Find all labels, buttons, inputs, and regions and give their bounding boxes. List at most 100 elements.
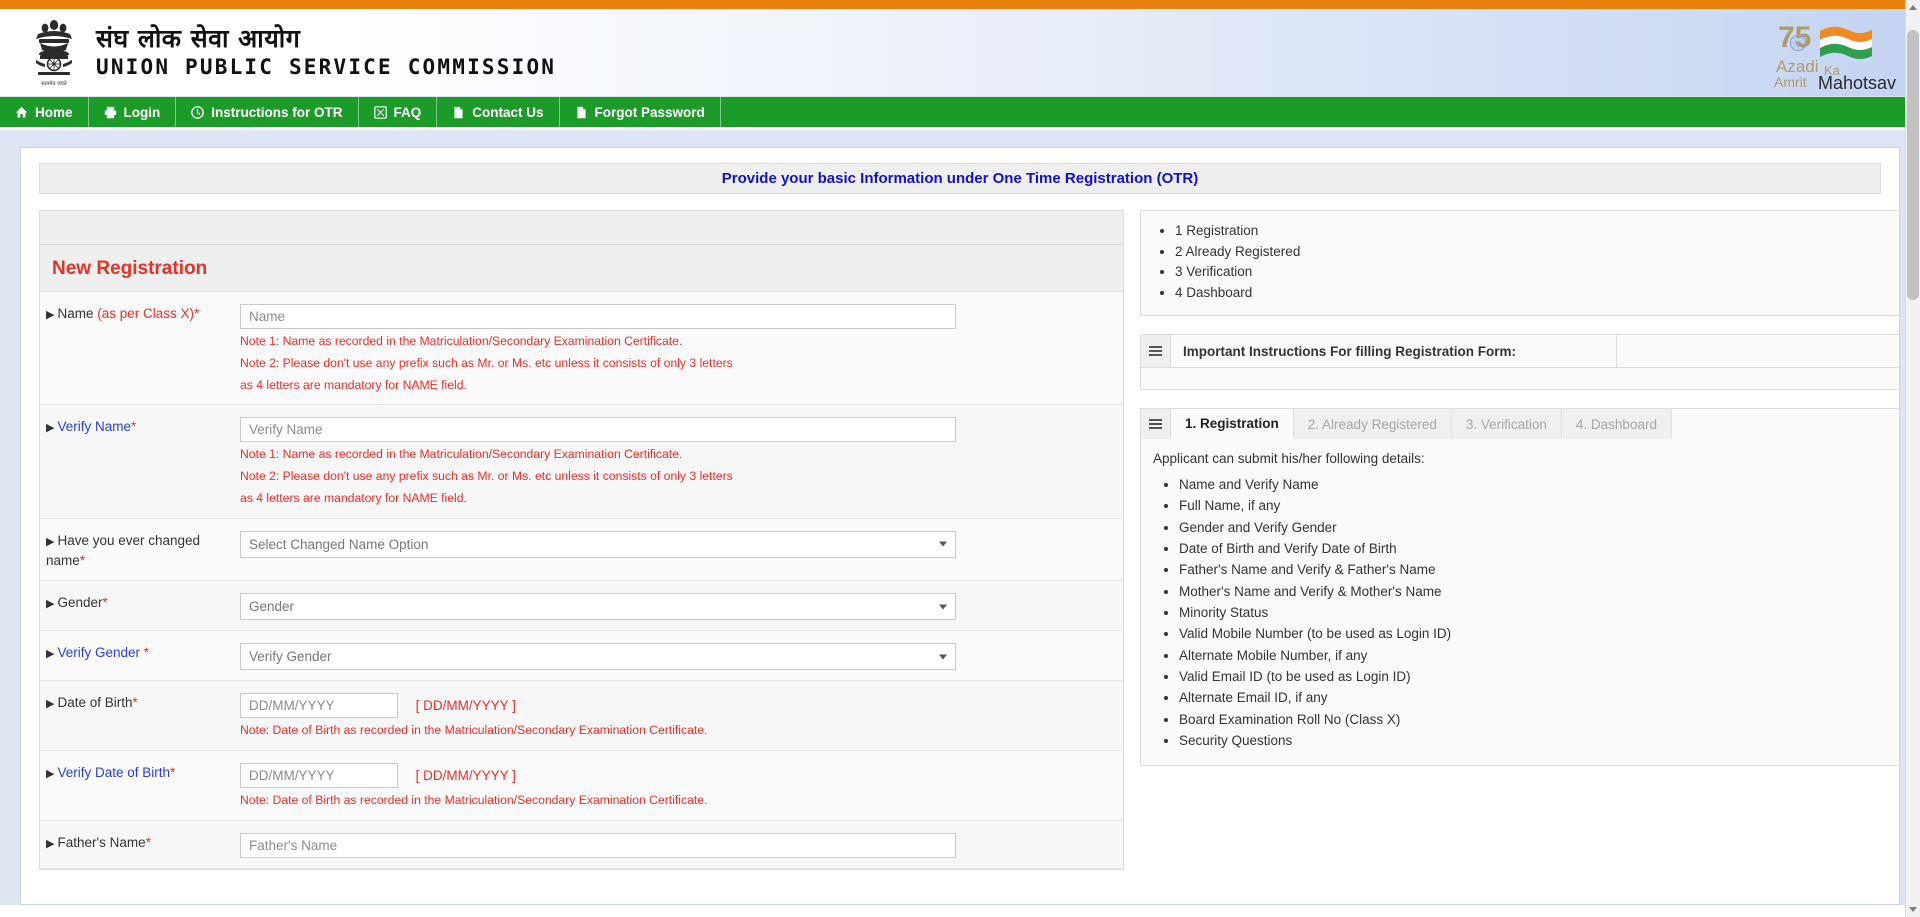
date-of-birth-input[interactable]: DD/MM/YYYY [240,693,398,719]
svg-text:Amrit: Amrit [1774,74,1807,89]
note-line: as 4 letters are mandatory for NAME fiel… [240,491,467,506]
date-format-hint: [ DD/MM/YYYY ] [415,768,516,784]
national-emblem-icon: सत्यमेव जयते [26,16,82,90]
caret-icon: ▶ [46,838,55,850]
list-item: Minority Status [1179,602,1899,623]
label-name: ▶ Name (as per Class X)* [40,304,240,324]
verify-name-input[interactable]: Verify Name [240,417,956,443]
scrollbar-thumb[interactable] [1907,30,1919,300]
label-changed-name: ▶ Have you ever changed name* [40,531,240,571]
label-text: Gender [57,595,103,611]
svg-text:Mahotsav: Mahotsav [1818,73,1896,89]
list-item: 4 Dashboard [1175,283,1899,304]
fathers-name-input[interactable]: Father's Name [240,833,956,858]
caret-icon: ▶ [46,598,55,611]
form-row-gender: ▶ Gender* Gender [40,581,1123,632]
tab-bar-filler [1672,409,1899,439]
control-verify-gender: Verify Gender [240,643,1123,671]
list-item: Date of Birth and Verify Date of Birth [1179,538,1899,559]
caret-icon: ▶ [46,535,55,548]
nav-label: FAQ [393,104,422,120]
list-item: Valid Mobile Number (to be used as Login… [1179,623,1899,644]
tab-bar[interactable]: 1. Registration 2. Already Registered 3.… [1141,409,1899,440]
gender-select[interactable]: Gender [240,593,956,621]
note-line: Note 2: Please don't use any prefix such… [240,355,733,370]
form-row-verify-name: ▶ Verify Name* Verify Name Note 1: Name a… [40,405,1123,519]
nav-label: Contact Us [472,104,544,120]
caret-icon: ▶ [46,768,55,781]
note-line: Note: Date of Birth as recorded in the M… [240,723,708,738]
list-item: Gender and Verify Gender [1179,517,1899,538]
list-item: Alternate Email ID, if any [1179,687,1899,708]
main-navigation[interactable]: Home Login Instructions for OTR FAQ Cont… [0,97,1920,130]
caret-icon: ▶ [46,698,55,711]
label-text: Father's Name [57,835,146,850]
nav-item-forgot-password[interactable]: Forgot Password [560,97,721,127]
label-text: Have you ever changed name [46,532,201,568]
registration-steps-list: 1 Registration 2 Already Registered 3 Ve… [1141,221,1899,303]
page-scrollbar[interactable] [1905,0,1920,917]
changed-name-select[interactable]: Select Changed Name Option [240,530,956,558]
scroll-up-arrow-icon[interactable] [1909,5,1917,10]
registration-form-column: New Registration ▶ Name (as per Class X)*… [39,210,1124,870]
list-item: Mother's Name and Verify & Mother's Name [1179,581,1899,602]
list-item: Security Questions [1179,730,1899,751]
list-item: Board Examination Roll No (Class X) [1179,709,1899,730]
form-row-date-of-birth: ▶ Date of Birth* DD/MM/YYYY [ DD/MM/YYYY … [40,681,1123,752]
nav-item-home[interactable]: Home [0,97,89,127]
list-item: Full Name, if any [1179,495,1899,516]
caret-icon: ▶ [46,309,55,321]
name-input[interactable]: Name [240,304,956,329]
tab-content-registration: Applicant can submit his/her following d… [1141,439,1899,765]
svg-text:75: 75 [1778,21,1811,54]
tab-bullet-list: Name and Verify Name Full Name, if any G… [1151,474,1899,751]
select-value: Verify Gender [249,649,332,665]
scroll-down-arrow-icon[interactable] [1909,907,1917,912]
nav-item-contact-us[interactable]: Contact Us [437,97,560,127]
faq-icon [373,105,387,119]
form-row-name: ▶ Name (as per Class X)* Name Note 1: Nam… [40,292,1123,406]
label-fathers-name: ▶ Father's Name* [40,833,240,853]
caret-icon: ▶ [46,648,55,661]
chevron-down-icon [939,604,947,610]
tab-registration[interactable]: 1. Registration [1171,409,1294,440]
form-row-fathers-name: ▶ Father's Name* Father's Name [40,821,1123,869]
required-star: * [194,306,200,321]
control-verify-date-of-birth: DD/MM/YYYY [ DD/MM/YYYY ] Note: Date of … [240,763,1123,810]
note-line: Note: Date of Birth as recorded in the M… [240,793,708,808]
select-value: Select Changed Name Option [249,536,429,552]
list-item: Name and Verify Name [1179,474,1899,495]
registration-steps-box: 1 Registration 2 Already Registered 3 Ve… [1140,210,1899,317]
page-body: Provide your basic Information under One… [0,130,1920,905]
tab-verification[interactable]: 3. Verification [1451,409,1562,440]
important-instructions-accordion[interactable]: Important Instructions For filling Regis… [1140,334,1899,391]
hamburger-icon[interactable] [1141,409,1171,440]
control-fathers-name: Father's Name [240,833,1123,858]
panel-top-strip [40,211,1123,245]
label-gender: ▶ Gender* [40,593,240,613]
nav-item-instructions-for-otr[interactable]: Instructions for OTR [176,97,359,127]
required-star: * [132,695,138,711]
site-header: सत्यमेव जयते संघ लोक सेवा आयोग UNION PUB… [0,9,1920,97]
hamburger-icon[interactable] [1141,335,1171,368]
nav-item-login[interactable]: Login [89,97,177,127]
verify-gender-select[interactable]: Verify Gender [240,643,956,671]
nav-item-faq[interactable]: FAQ [359,97,438,127]
tab-already-registered[interactable]: 2. Already Registered [1293,409,1452,440]
control-name: Name Note 1: Name as recorded in the Mat… [240,304,1123,394]
accordion-header[interactable]: Important Instructions For filling Regis… [1141,335,1899,368]
form-row-verify-gender: ▶ Verify Gender * Verify Gender [40,631,1123,682]
control-date-of-birth: DD/MM/YYYY [ DD/MM/YYYY ] Note: Date of … [240,693,1123,740]
control-verify-name: Verify Name Note 1: Name as recorded in … [240,417,1123,507]
required-star: * [79,552,86,568]
note-line: Note 1: Name as recorded in the Matricul… [240,334,683,348]
date-format-hint: [ DD/MM/YYYY ] [415,698,516,714]
site-title-block: संघ लोक सेवा आयोग UNION PUBLIC SERVICE C… [96,24,556,81]
label-text: Verify Gender [57,645,144,661]
label-verify-date-of-birth: ▶ Verify Date of Birth* [40,763,240,783]
sidebar-column: 1 Registration 2 Already Registered 3 Ve… [1140,210,1899,767]
verify-date-of-birth-input[interactable]: DD/MM/YYYY [240,763,398,789]
tab-dashboard[interactable]: 4. Dashboard [1561,409,1672,440]
label-text: Verify Name [57,419,131,435]
accordion-body [1141,367,1899,390]
